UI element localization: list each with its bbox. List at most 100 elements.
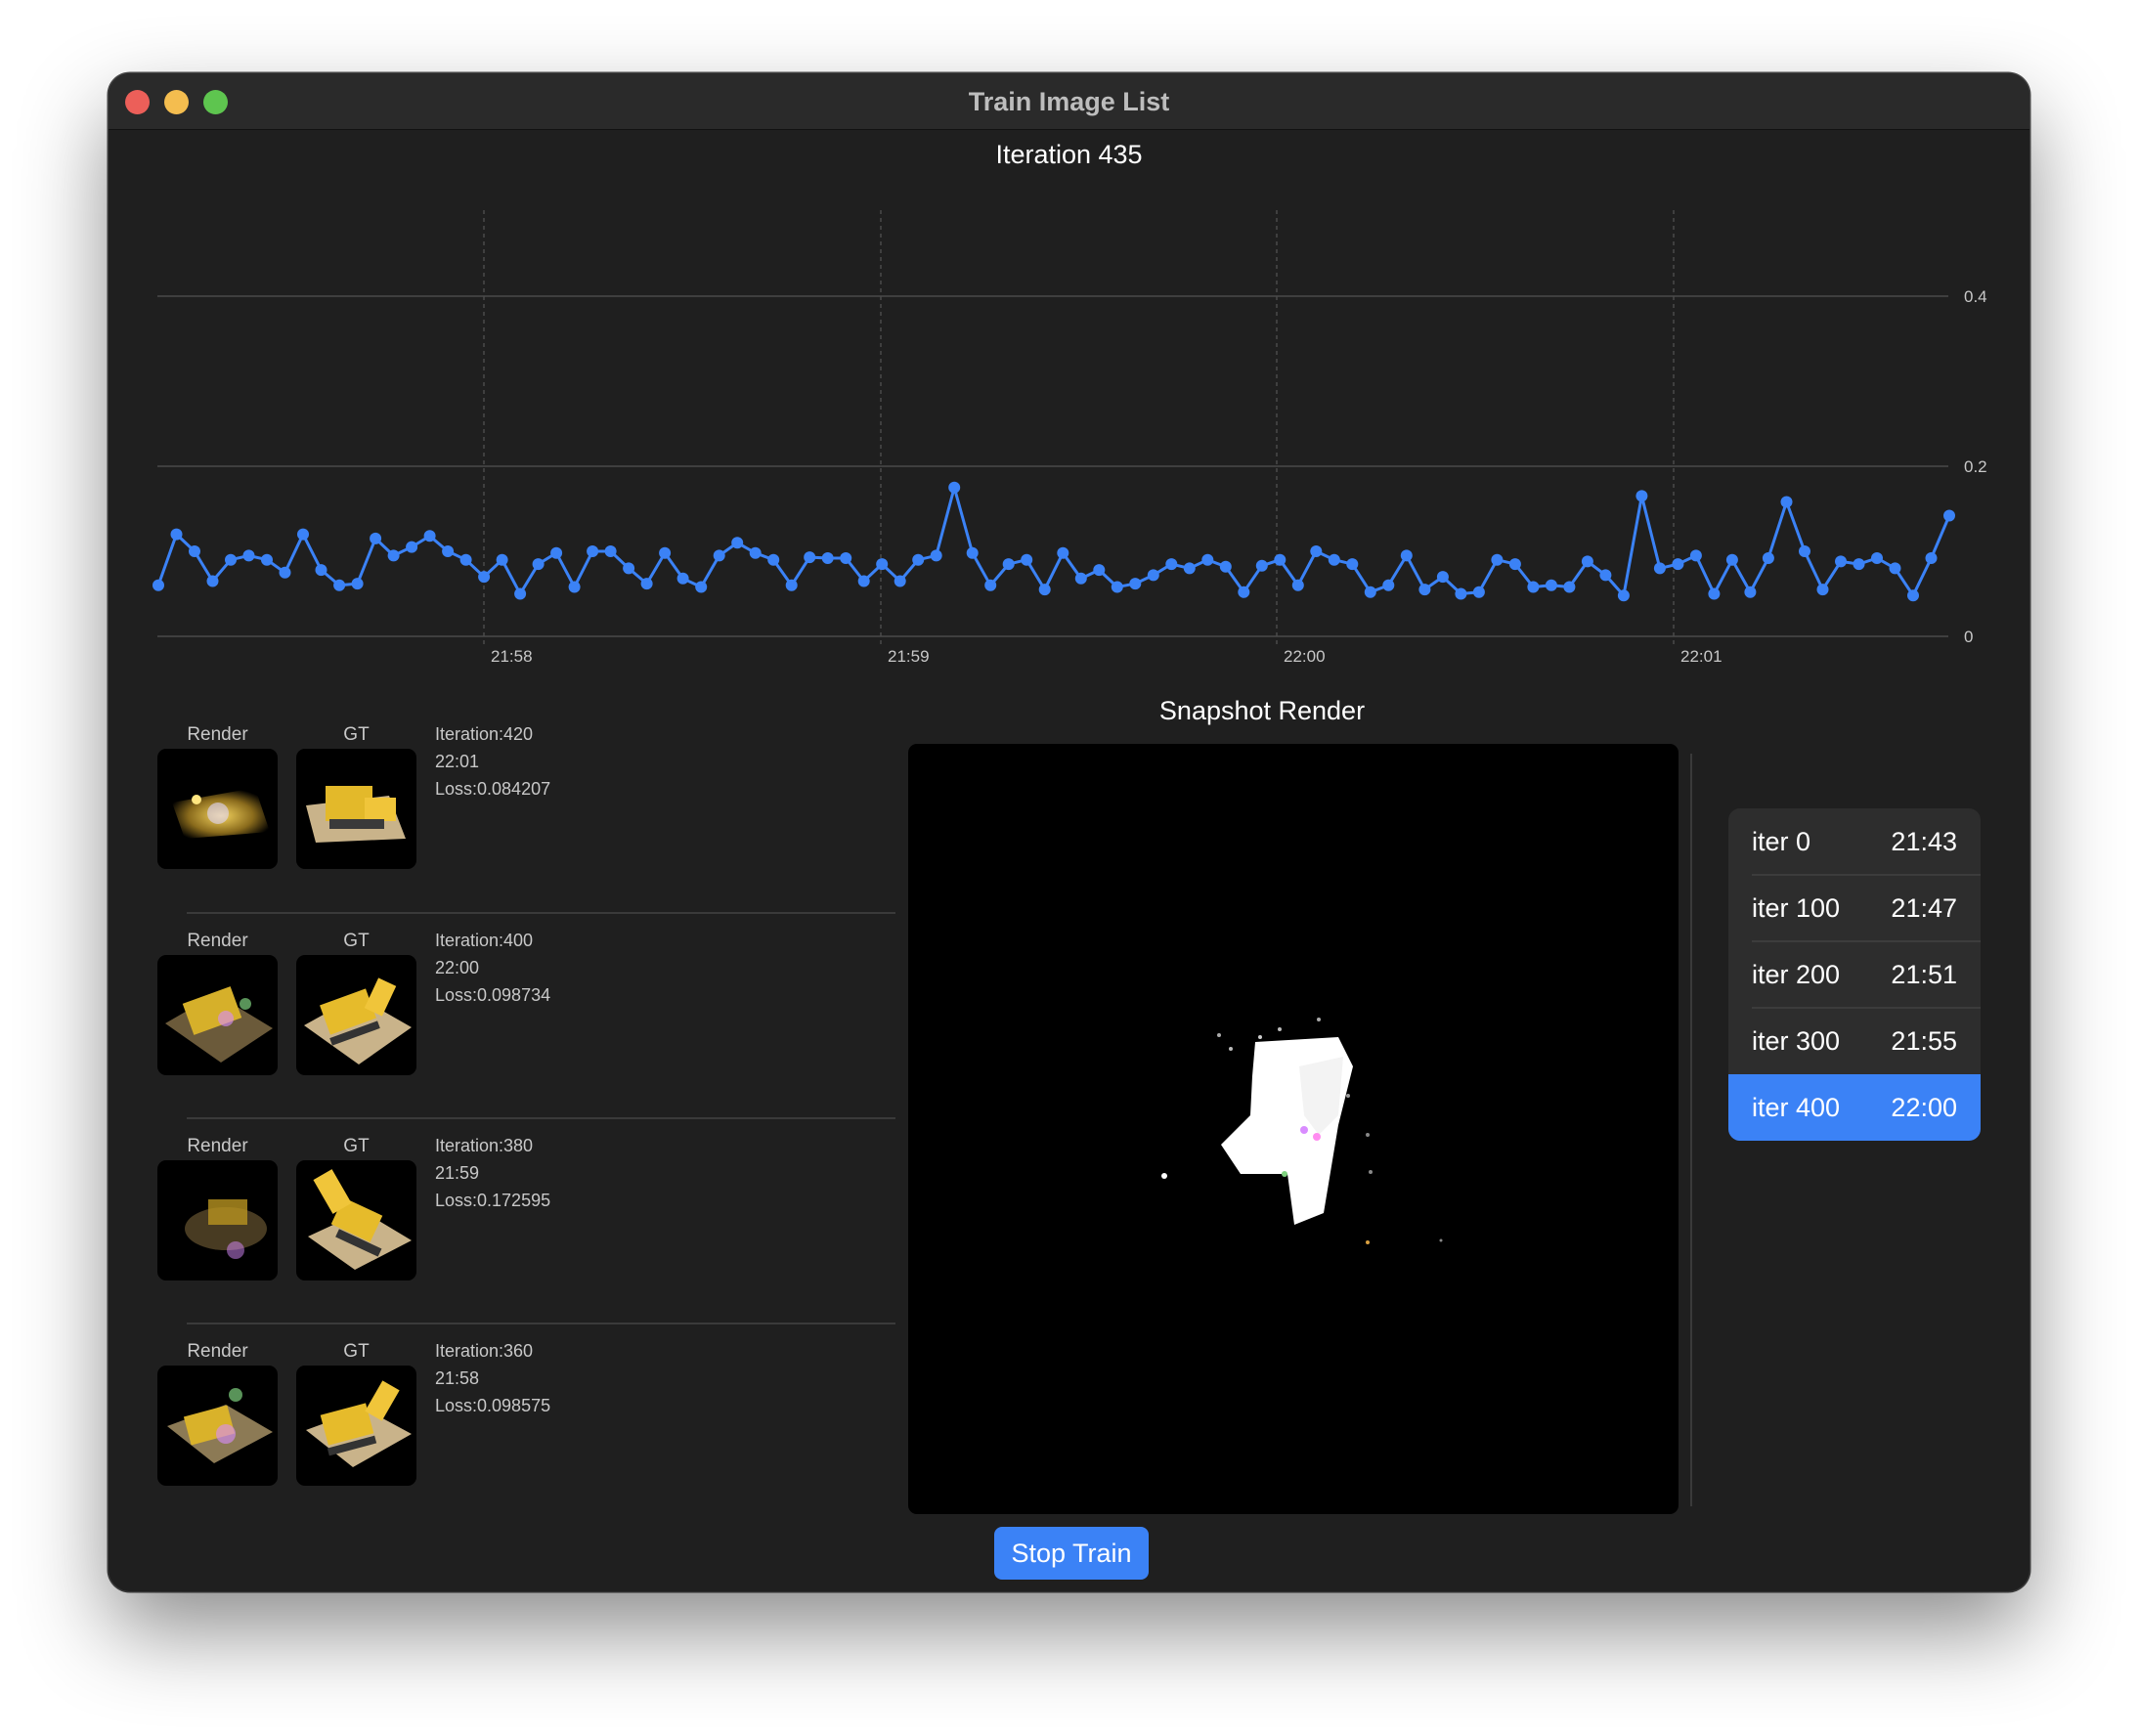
data-point	[1183, 562, 1196, 575]
data-point	[532, 558, 545, 571]
x-tick-label: 22:01	[1680, 647, 1723, 666]
loss-text: Loss:0.084207	[435, 779, 551, 799]
data-point	[1346, 558, 1359, 571]
data-point	[1762, 552, 1774, 564]
data-point	[1889, 562, 1901, 575]
ground-truth-thumbnail[interactable]	[296, 955, 416, 1075]
snapshot-item[interactable]: iter 300 21:55	[1728, 1008, 1981, 1074]
data-point	[153, 579, 164, 591]
data-point	[1274, 553, 1287, 566]
snapshot-list: iter 0 21:43 iter 100 21:47 iter 200 21:…	[1728, 808, 1981, 1141]
snapshot-item-label: iter 0	[1752, 827, 1811, 856]
data-point	[1871, 552, 1883, 564]
data-point	[1780, 496, 1793, 508]
data-point	[1382, 579, 1395, 591]
ground-truth-thumbnail[interactable]	[296, 749, 416, 869]
snapshot-item-time: 22:00	[1891, 1093, 1957, 1122]
data-point	[1925, 552, 1938, 564]
data-point	[623, 562, 635, 575]
data-point	[1491, 553, 1504, 566]
data-point	[659, 546, 672, 559]
data-point	[1635, 490, 1648, 502]
data-point	[1853, 558, 1865, 571]
snapshot-item[interactable]: iter 200 21:51	[1728, 941, 1981, 1008]
data-point	[713, 549, 725, 562]
snapshot-item[interactable]: iter 100 21:47	[1728, 875, 1981, 941]
render-column-label: Render	[187, 724, 248, 745]
render-thumbnail[interactable]	[157, 955, 278, 1075]
data-point	[984, 579, 997, 591]
data-point	[1545, 579, 1557, 591]
data-point	[1653, 562, 1666, 575]
data-point	[1744, 586, 1757, 598]
data-point	[1074, 572, 1087, 585]
data-point	[351, 578, 364, 590]
data-point	[1238, 586, 1250, 598]
data-point	[1400, 549, 1413, 562]
iteration-text: Iteration:420	[435, 724, 534, 744]
snapshot-item-label: iter 100	[1752, 893, 1841, 923]
render-image	[172, 788, 270, 839]
data-point	[1455, 587, 1467, 600]
thumbnail-row: Render GT Iteration:360 21:58 Loss:0.098…	[157, 1341, 1003, 1546]
data-point	[1508, 558, 1521, 571]
render-thumbnail[interactable]	[157, 1160, 278, 1280]
snapshot-item[interactable]: iter 0 21:43	[1728, 808, 1981, 875]
data-point	[821, 552, 834, 564]
gt-column-label: GT	[343, 724, 370, 745]
data-point	[804, 551, 816, 564]
data-point	[1328, 553, 1340, 566]
data-point	[1002, 558, 1015, 571]
data-point	[1129, 578, 1142, 590]
snapshot-item-selected[interactable]: iter 400 22:00	[1728, 1074, 1981, 1141]
render-thumbnail[interactable]	[157, 749, 278, 869]
data-point	[315, 564, 327, 577]
data-point	[1617, 589, 1630, 602]
data-point	[1708, 587, 1721, 600]
data-point	[840, 552, 852, 564]
stop-train-button[interactable]: Stop Train	[994, 1527, 1149, 1580]
data-point	[1418, 584, 1431, 596]
loss-line	[156, 482, 1951, 599]
snapshot-item-time: 21:47	[1891, 893, 1957, 923]
render-column-label: Render	[187, 931, 248, 951]
x-tick-label: 21:58	[491, 647, 533, 666]
thumbnail-row: Render GT Iteration:400 22:00 Loss:0.098…	[157, 931, 1003, 1136]
data-point	[1581, 555, 1593, 568]
iteration-text: Iteration:380	[435, 1136, 534, 1155]
data-point	[1599, 569, 1612, 582]
ground-truth-image	[304, 977, 412, 1064]
snapshot-title: Snapshot Render	[1158, 696, 1366, 725]
data-point	[1111, 581, 1123, 593]
data-point	[1038, 584, 1051, 596]
ground-truth-thumbnail[interactable]	[296, 1160, 416, 1280]
data-point	[206, 575, 219, 587]
data-point	[406, 541, 418, 553]
render-thumbnail[interactable]	[157, 1366, 278, 1486]
row-divider	[187, 912, 895, 914]
data-point	[1255, 559, 1268, 572]
data-point	[1689, 549, 1702, 562]
time-text: 21:58	[435, 1368, 480, 1388]
data-point	[279, 566, 291, 579]
data-point	[676, 572, 689, 585]
data-point	[1943, 509, 1955, 522]
loss-text: Loss:0.098734	[435, 985, 551, 1005]
render-image	[167, 1388, 273, 1463]
data-point	[1165, 558, 1178, 571]
snapshot-render-image	[1161, 1018, 1443, 1244]
iteration-text: Iteration:400	[435, 931, 534, 950]
data-point	[1093, 564, 1106, 577]
data-point	[1799, 545, 1810, 557]
snapshot-item-label: iter 300	[1752, 1026, 1841, 1056]
data-point	[912, 553, 925, 566]
data-point	[876, 558, 889, 571]
data-point	[749, 546, 762, 559]
data-point	[1201, 553, 1214, 566]
gt-column-label: GT	[343, 931, 370, 951]
data-point	[1057, 546, 1069, 559]
ground-truth-thumbnail[interactable]	[296, 1366, 416, 1486]
y-tick-label: 0.2	[1964, 457, 1987, 476]
data-point	[459, 553, 472, 566]
data-point	[894, 575, 906, 587]
